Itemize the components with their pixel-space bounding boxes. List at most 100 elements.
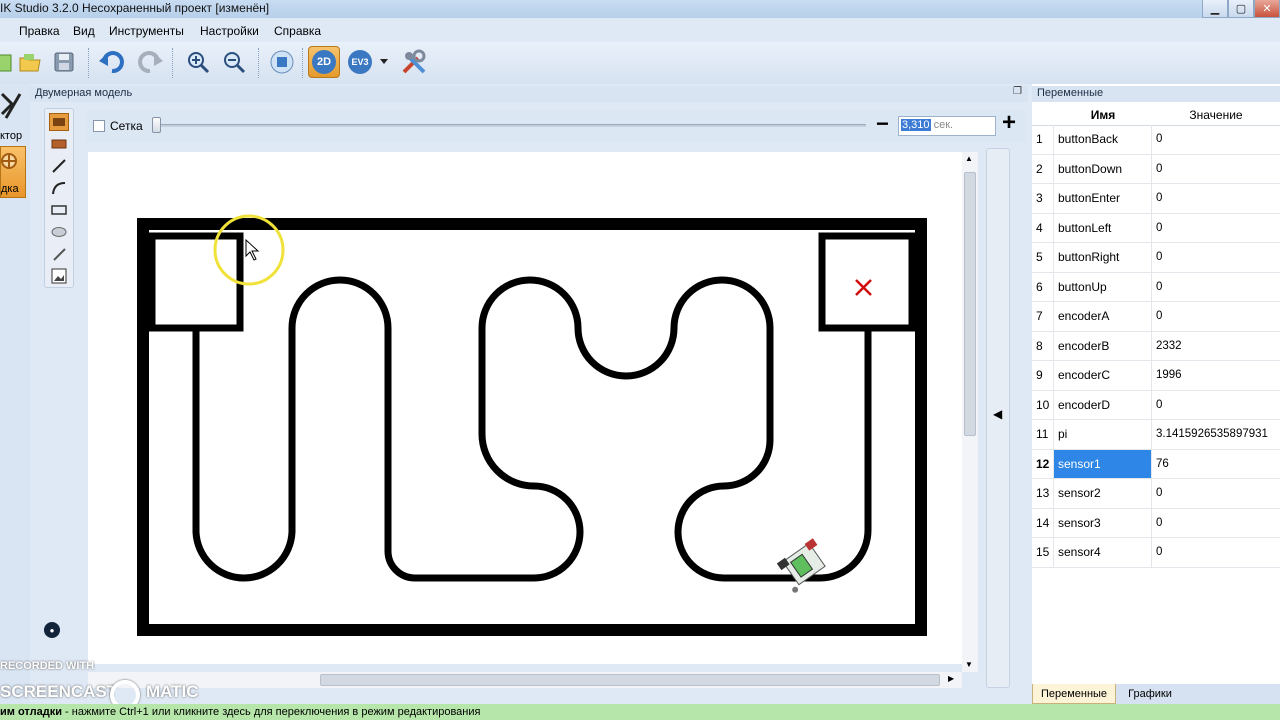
build-tools-icon[interactable]	[398, 46, 430, 78]
variable-value[interactable]: 0	[1152, 243, 1280, 272]
variable-name[interactable]: buttonEnter	[1054, 184, 1152, 213]
variable-row[interactable]: 15 sensor4 0	[1032, 538, 1280, 568]
speed-down-button[interactable]: −	[876, 113, 889, 135]
status-bar[interactable]: им отладки - нажмите Ctrl+1 или кликните…	[0, 704, 1280, 720]
zoom-out-icon[interactable]	[218, 46, 250, 78]
menu-view[interactable]: Вид	[73, 24, 95, 38]
undo-icon[interactable]	[96, 46, 128, 78]
scroll-up-icon[interactable]: ▲	[965, 154, 973, 163]
undock-icon[interactable]: ❐	[1013, 86, 1022, 97]
vertical-scroll-thumb[interactable]	[964, 172, 976, 436]
variable-value[interactable]: 0	[1152, 273, 1280, 302]
mode-2d-button[interactable]: 2D	[308, 46, 340, 78]
ellipse-tool-icon[interactable]	[49, 223, 69, 241]
variable-value[interactable]: 0	[1152, 391, 1280, 420]
editor-mode-button[interactable]: ктор	[0, 90, 26, 142]
variable-name[interactable]: buttonUp	[1054, 272, 1152, 301]
wall-tool-icon[interactable]	[49, 135, 69, 153]
variable-row[interactable]: 7 encoderA 0	[1032, 302, 1280, 332]
minimize-button[interactable]: ▁	[1202, 0, 1228, 18]
line-tool-icon[interactable]	[49, 157, 69, 175]
debug-mode-button[interactable]: дка	[0, 146, 26, 198]
variable-name[interactable]: buttonLeft	[1054, 213, 1152, 242]
side-collapse-bar[interactable]: ◀	[986, 148, 1010, 688]
variable-row[interactable]: 5 buttonRight 0	[1032, 243, 1280, 273]
variable-value[interactable]: 3.1415926535897931	[1152, 420, 1280, 449]
variable-row[interactable]: 14 sensor3 0	[1032, 508, 1280, 538]
robot-tool-icon[interactable]	[49, 113, 69, 131]
time-field[interactable]: 3,310 сек.	[898, 116, 996, 136]
scroll-down-icon[interactable]: ▼	[965, 660, 973, 669]
save-icon[interactable]	[48, 46, 80, 78]
variable-row[interactable]: 10 encoderD 0	[1032, 390, 1280, 420]
variable-name[interactable]: encoderC	[1054, 361, 1152, 390]
variable-row[interactable]: 12 sensor1 76	[1032, 449, 1280, 479]
robot-model[interactable]	[774, 538, 833, 594]
variable-row[interactable]: 9 encoderC 1996	[1032, 361, 1280, 391]
canvas-horizontal-scrollbar[interactable]: ▶	[88, 672, 962, 688]
variable-row[interactable]: 8 encoderB 2332	[1032, 331, 1280, 361]
tab-graphs[interactable]: Графики	[1118, 684, 1182, 704]
variable-name[interactable]: sensor4	[1054, 538, 1152, 567]
maximize-button[interactable]: ▢	[1228, 0, 1254, 18]
menu-settings[interactable]: Настройки	[200, 24, 259, 38]
variable-name[interactable]: buttonRight	[1054, 243, 1152, 272]
collapse-left-icon[interactable]: ◀	[993, 407, 1002, 421]
tab-variables[interactable]: Переменные	[1032, 684, 1116, 704]
menu-bar: Правка Вид Инструменты Настройки Справка	[0, 20, 1280, 42]
variable-value[interactable]: 0	[1152, 302, 1280, 331]
variable-value[interactable]: 0	[1152, 125, 1280, 154]
column-header-name[interactable]: Имя	[1054, 104, 1152, 126]
open-folder-icon[interactable]	[14, 46, 46, 78]
menu-edit[interactable]: Правка	[19, 24, 60, 38]
variable-row[interactable]: 3 buttonEnter 0	[1032, 184, 1280, 214]
variable-value[interactable]: 0	[1152, 509, 1280, 538]
speed-up-button[interactable]: +	[1002, 111, 1016, 135]
variable-row[interactable]: 1 buttonBack 0	[1032, 125, 1280, 155]
variable-row[interactable]: 6 buttonUp 0	[1032, 272, 1280, 302]
canvas-vertical-scrollbar[interactable]: ▲ ▼	[962, 152, 978, 672]
variable-name[interactable]: encoderD	[1054, 390, 1152, 419]
variable-value[interactable]: 2332	[1152, 332, 1280, 361]
variable-value[interactable]: 0	[1152, 155, 1280, 184]
grid-checkbox[interactable]	[93, 120, 105, 132]
variable-name[interactable]: sensor3	[1054, 508, 1152, 537]
variable-name[interactable]: encoderA	[1054, 302, 1152, 331]
variable-row[interactable]: 4 buttonLeft 0	[1032, 213, 1280, 243]
menu-tools[interactable]: Инструменты	[109, 24, 184, 38]
zoom-in-icon[interactable]	[182, 46, 214, 78]
variable-value[interactable]: 1996	[1152, 361, 1280, 390]
grid-size-slider-track[interactable]	[156, 124, 866, 127]
variable-name[interactable]: buttonBack	[1054, 125, 1152, 154]
horizontal-scroll-thumb[interactable]	[320, 674, 940, 686]
redo-icon[interactable]	[134, 46, 166, 78]
variable-value[interactable]: 0	[1152, 214, 1280, 243]
variable-name[interactable]: pi	[1054, 420, 1152, 449]
variable-name[interactable]: buttonDown	[1054, 154, 1152, 183]
variable-value[interactable]: 0	[1152, 538, 1280, 567]
variable-name[interactable]: sensor1	[1054, 449, 1152, 478]
status-message[interactable]: им отладки - нажмите Ctrl+1 или кликните…	[0, 706, 480, 718]
variable-value[interactable]: 0	[1152, 479, 1280, 508]
column-header-value[interactable]: Значение	[1152, 104, 1280, 126]
ev3-dropdown-icon[interactable]	[374, 46, 394, 78]
close-button[interactable]: ✕	[1254, 0, 1280, 18]
variable-name[interactable]: sensor2	[1054, 479, 1152, 508]
grid-size-slider-thumb[interactable]	[152, 117, 161, 133]
pencil-tool-icon[interactable]	[49, 245, 69, 263]
main-toolbar: 2D EV3	[0, 42, 1280, 84]
variable-name[interactable]: encoderB	[1054, 331, 1152, 360]
menu-help[interactable]: Справка	[274, 24, 321, 38]
variable-value[interactable]: 76	[1152, 450, 1280, 479]
ev3-button[interactable]: EV3	[344, 46, 376, 78]
image-tool-icon[interactable]	[49, 267, 69, 285]
variable-row[interactable]: 11 pi 3.1415926535897931	[1032, 420, 1280, 450]
model-canvas[interactable]	[88, 152, 962, 664]
variable-row[interactable]: 13 sensor2 0	[1032, 479, 1280, 509]
fit-view-icon[interactable]	[266, 46, 298, 78]
rectangle-tool-icon[interactable]	[49, 201, 69, 219]
variable-row[interactable]: 2 buttonDown 0	[1032, 154, 1280, 184]
scroll-right-icon[interactable]: ▶	[948, 674, 954, 683]
variable-value[interactable]: 0	[1152, 184, 1280, 213]
curve-tool-icon[interactable]	[49, 179, 69, 197]
